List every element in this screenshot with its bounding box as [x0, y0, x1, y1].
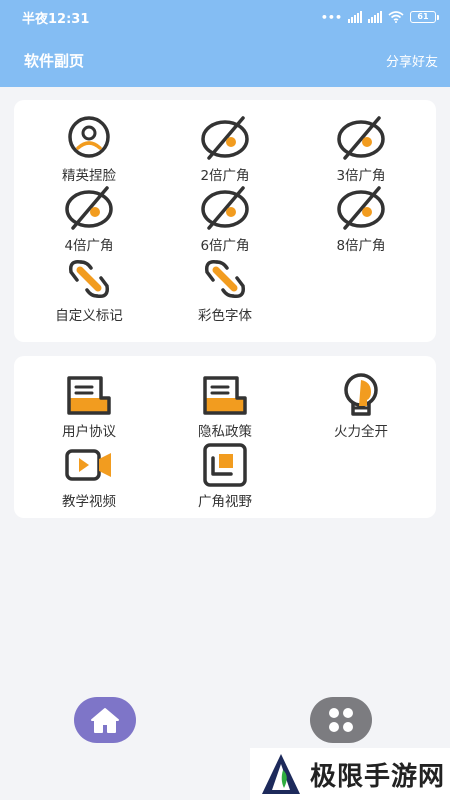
feature-label: 隐私政策: [198, 424, 252, 440]
feature-label: 自定义标记: [55, 308, 123, 324]
wifi-icon: [388, 11, 404, 23]
feature-wide-view[interactable]: 广角视野: [155, 442, 295, 512]
watermark-text: 极限手游网: [310, 761, 446, 792]
feature-label: 精英捏脸: [62, 168, 116, 184]
home-button[interactable]: [74, 697, 136, 743]
feature-label: 彩色字体: [198, 308, 252, 324]
feature-user-agreement[interactable]: 用户协议: [19, 372, 159, 442]
feature-color-font[interactable]: 彩色字体: [155, 256, 295, 326]
battery-icon: 61: [410, 11, 439, 23]
feature-label: 广角视野: [198, 494, 252, 510]
app-header: 半夜12:31 ••• 61 软件副页 分享好友: [0, 0, 450, 87]
title-bar: 软件副页 分享好友: [0, 44, 450, 76]
feature-card-1: 精英捏脸 2倍广角 3倍广角 4倍广角 6倍广角 8倍广角 自定义标记 彩色字体: [14, 100, 436, 342]
feature-full-firepower[interactable]: 火力全开: [291, 372, 431, 442]
feature-face[interactable]: 精英捏脸: [19, 116, 159, 186]
document-icon: [203, 376, 247, 415]
feature-label: 4倍广角: [64, 238, 114, 254]
feature-privacy-policy[interactable]: 隐私政策: [155, 372, 295, 442]
feature-6x-wide[interactable]: 6倍广角: [155, 186, 295, 256]
feature-label: 2倍广角: [200, 168, 250, 184]
page-title: 软件副页: [24, 51, 85, 70]
status-icons: ••• 61: [320, 10, 439, 24]
feature-card-2: 用户协议 隐私政策 火力全开 教学视频 广角视野: [14, 356, 436, 518]
feature-2x-wide[interactable]: 2倍广角: [155, 116, 295, 186]
feature-label: 8倍广角: [336, 238, 386, 254]
signal-icon-2: [368, 11, 382, 23]
status-time: 半夜12:31: [22, 11, 90, 27]
home-icon: [91, 708, 119, 733]
link-icon: [204, 259, 246, 299]
feature-label: 6倍广角: [200, 238, 250, 254]
apps-button[interactable]: [310, 697, 372, 743]
eye-slash-icon: [337, 116, 385, 160]
feature-8x-wide[interactable]: 8倍广角: [291, 186, 431, 256]
status-bar: 半夜12:31 ••• 61: [0, 0, 450, 34]
watermark-logo-icon: [262, 754, 300, 794]
lightbulb-icon: [344, 373, 378, 416]
link-icon: [68, 259, 110, 299]
eye-slash-icon: [201, 116, 249, 160]
eye-slash-icon: [201, 186, 249, 230]
signal-icon: [348, 11, 362, 23]
feature-4x-wide[interactable]: 4倍广角: [19, 186, 159, 256]
eye-slash-icon: [337, 186, 385, 230]
crop-frame-icon: [203, 443, 247, 487]
dots-icon: •••: [320, 10, 342, 24]
feature-3x-wide[interactable]: 3倍广角: [291, 116, 431, 186]
video-camera-icon: [65, 449, 111, 481]
feature-label: 用户协议: [62, 424, 116, 440]
document-icon: [67, 376, 111, 415]
feature-label: 火力全开: [334, 424, 388, 440]
feature-label: 3倍广角: [336, 168, 386, 184]
eye-slash-icon: [65, 186, 113, 230]
watermark: 极限手游网: [250, 748, 450, 800]
feature-tutorial-video[interactable]: 教学视频: [19, 442, 159, 512]
face-icon: [68, 116, 110, 158]
feature-custom-mark[interactable]: 自定义标记: [19, 256, 159, 326]
feature-label: 教学视频: [62, 494, 116, 510]
share-button[interactable]: 分享好友: [386, 51, 438, 70]
grid-icon: [329, 708, 353, 732]
